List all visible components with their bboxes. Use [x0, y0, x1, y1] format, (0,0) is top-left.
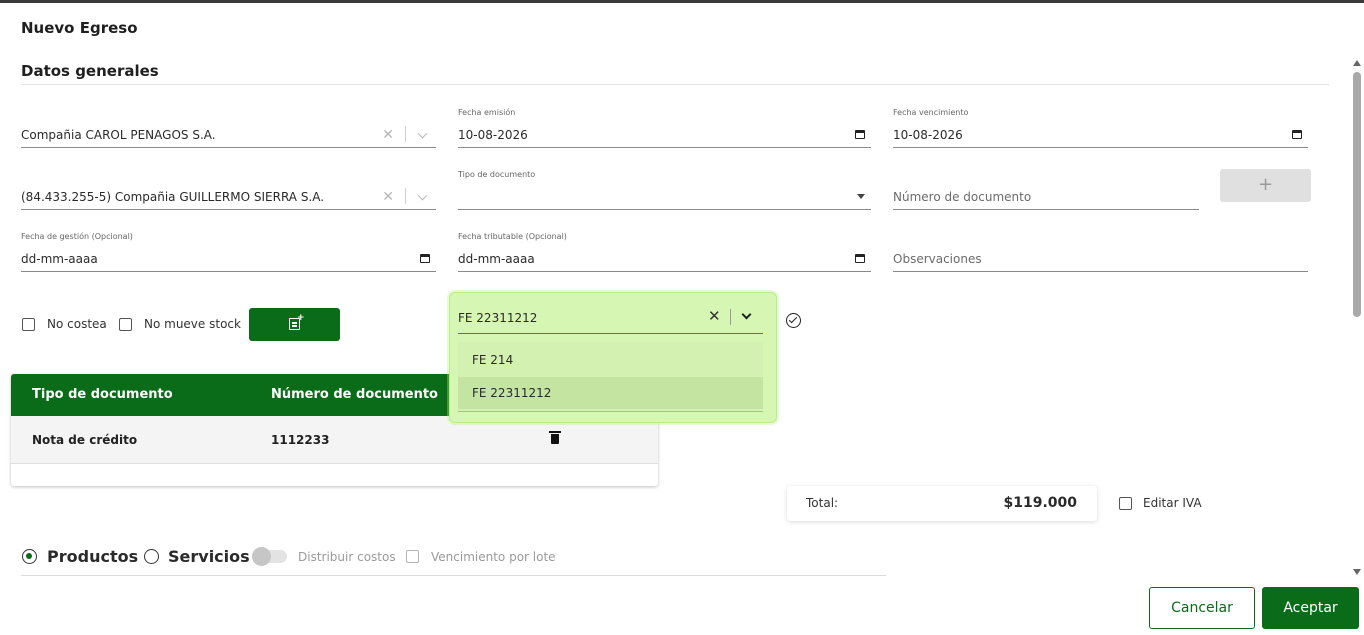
calendar-icon[interactable]	[1292, 130, 1302, 139]
fecha-tributable-label: Fecha tributable (Opcional)	[458, 232, 567, 241]
company-value: Compañia CAROL PENAGOS S.A.	[21, 128, 216, 142]
productos-label: Productos	[47, 547, 139, 566]
document-select-value: FE 22311212	[458, 311, 538, 325]
document-select-menu: FE 214 FE 22311212	[458, 342, 763, 412]
scrollbar[interactable]	[1352, 58, 1362, 578]
scroll-up-icon[interactable]	[1353, 60, 1361, 66]
chevron-down-icon[interactable]	[417, 190, 428, 201]
editar-iva-checkbox[interactable]	[1119, 497, 1132, 510]
fecha-emision-value: 10-08-2026	[458, 128, 528, 142]
fecha-gestion-label: Fecha de gestión (Opcional)	[21, 232, 133, 241]
cell-numero: 1112233	[271, 433, 330, 447]
tipo-documento-select[interactable]: Tipo de documento	[458, 170, 871, 210]
total-label: Total:	[806, 496, 839, 510]
cell-tipo: Nota de crédito	[32, 433, 138, 447]
fecha-tributable-field[interactable]: Fecha tributable (Opcional) dd-mm-aaaa	[458, 232, 871, 272]
fecha-vencimiento-label: Fecha vencimiento	[893, 108, 969, 117]
column-header: Tipo de documento	[32, 387, 173, 402]
document-select[interactable]: FE 22311212 ✕	[458, 305, 763, 334]
tipo-documento-label: Tipo de documento	[458, 170, 536, 179]
distribuir-costos-toggle[interactable]	[252, 547, 287, 566]
fecha-tributable-value: dd-mm-aaaa	[458, 252, 535, 266]
dropdown-option[interactable]: FE 214	[458, 344, 763, 376]
total-value: $119.000	[1003, 495, 1077, 511]
scroll-down-icon[interactable]	[1353, 569, 1361, 575]
add-document-button[interactable]: +	[1220, 169, 1311, 202]
total-box: Total: $119.000	[787, 486, 1097, 521]
no-costea-label: No costea	[47, 317, 107, 331]
page-title: Nuevo Egreso	[21, 19, 138, 37]
accept-button[interactable]: Aceptar	[1262, 587, 1359, 629]
editar-iva-label: Editar IVA	[1143, 496, 1202, 510]
vencimiento-lote-label: Vencimiento por lote	[431, 550, 556, 564]
fecha-emision-field[interactable]: Fecha emisión 10-08-2026	[458, 108, 871, 148]
observaciones-placeholder: Observaciones	[893, 252, 982, 266]
add-note-button[interactable]: +	[249, 308, 340, 341]
section-divider	[21, 575, 886, 576]
calendar-icon[interactable]	[420, 254, 430, 263]
select-separator	[405, 126, 406, 142]
plus-icon: +	[297, 313, 305, 323]
company-select[interactable]: Compañia CAROL PENAGOS S.A. ✕	[21, 110, 436, 148]
column-header: Número de documento	[271, 387, 438, 402]
section-divider	[21, 84, 1329, 85]
check-circle-icon[interactable]	[786, 313, 801, 328]
trash-icon[interactable]	[549, 431, 561, 444]
no-mueve-stock-label: No mueve stock	[144, 317, 241, 331]
toggle-knob	[252, 547, 271, 566]
supplier-select[interactable]: (84.433.255-5) Compañia GUILLERMO SIERRA…	[21, 172, 436, 210]
servicios-radio[interactable]	[144, 549, 159, 564]
productos-radio[interactable]	[22, 549, 37, 564]
vencimiento-lote-checkbox[interactable]	[406, 550, 419, 563]
fecha-vencimiento-field[interactable]: Fecha vencimiento 10-08-2026	[893, 108, 1308, 148]
chevron-down-icon[interactable]	[741, 309, 752, 320]
numero-documento-placeholder: Número de documento	[893, 190, 1032, 204]
fecha-emision-label: Fecha emisión	[458, 108, 516, 117]
supplier-value: (84.433.255-5) Compañia GUILLERMO SIERRA…	[21, 190, 325, 204]
select-separator	[405, 188, 406, 204]
fecha-vencimiento-value: 10-08-2026	[893, 128, 963, 142]
no-costea-checkbox[interactable]	[22, 318, 35, 331]
chevron-down-icon[interactable]	[417, 128, 428, 139]
servicios-label: Servicios	[168, 547, 250, 566]
top-border	[0, 0, 1364, 3]
fecha-gestion-field[interactable]: Fecha de gestión (Opcional) dd-mm-aaaa	[21, 232, 436, 272]
distribuir-costos-label: Distribuir costos	[298, 550, 396, 564]
calendar-icon[interactable]	[855, 254, 865, 263]
scroll-thumb[interactable]	[1353, 72, 1361, 317]
clear-icon[interactable]: ✕	[382, 189, 394, 205]
no-mueve-stock-checkbox[interactable]	[119, 318, 132, 331]
calendar-icon[interactable]	[855, 130, 865, 139]
section-title: Datos generales	[21, 62, 159, 80]
numero-documento-input[interactable]: Número de documento	[893, 172, 1199, 210]
select-separator	[730, 309, 731, 325]
clear-icon[interactable]: ✕	[382, 127, 394, 143]
caret-down-icon[interactable]	[857, 194, 865, 199]
dropdown-option-selected[interactable]: FE 22311212	[458, 377, 763, 409]
table-row: Nota de crédito 1112233	[11, 416, 658, 464]
observaciones-input[interactable]: Observaciones	[893, 234, 1308, 272]
clear-icon[interactable]: ✕	[708, 307, 721, 325]
fecha-gestion-value: dd-mm-aaaa	[21, 252, 98, 266]
cancel-button[interactable]: Cancelar	[1149, 587, 1255, 629]
